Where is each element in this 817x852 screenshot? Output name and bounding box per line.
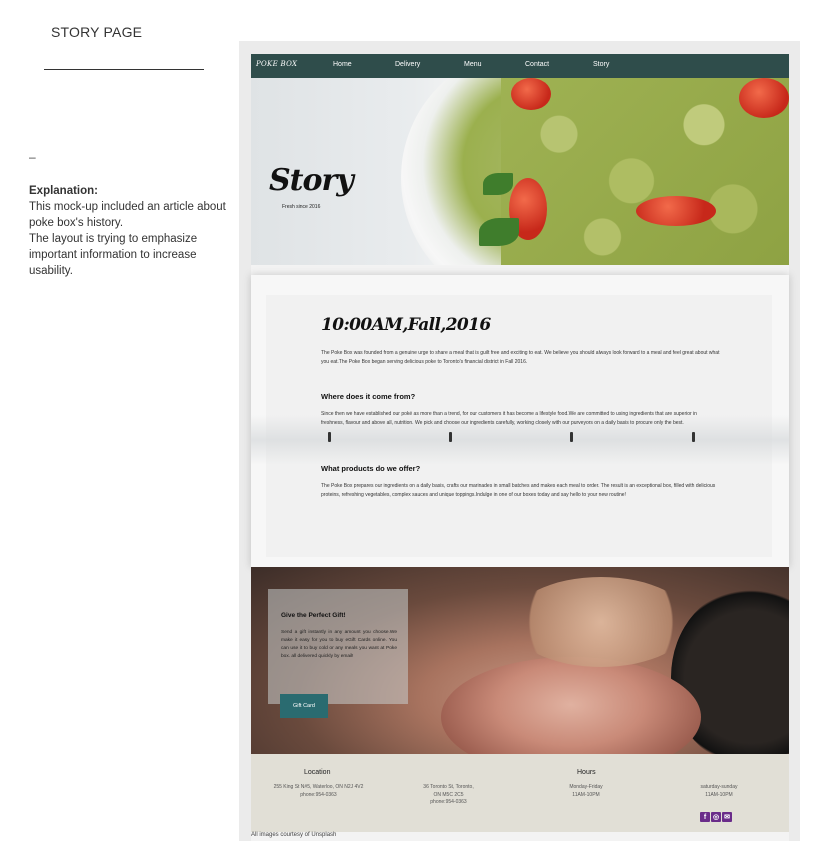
- nav-link-home[interactable]: Home: [333, 61, 352, 68]
- location-waterloo: 255 King St N#5, Waterloo, ON N2J 4V2 ph…: [251, 784, 386, 799]
- explanation-line: This mock-up included an article about: [29, 201, 226, 213]
- walking-figure: [692, 432, 695, 442]
- website-mockup: POKE BOX Home Delivery Menu Contact Stor…: [251, 54, 789, 841]
- phone-line: phone:954-0363: [300, 791, 337, 798]
- tomato-image: [636, 196, 716, 226]
- mail-icon[interactable]: ✉: [722, 812, 732, 822]
- explanation-line: important information to increase: [29, 249, 197, 261]
- section-heading: Where does it come from?: [321, 392, 416, 401]
- nav-link-delivery[interactable]: Delivery: [395, 61, 420, 68]
- tomato-image: [739, 78, 789, 118]
- hero-title: Story: [269, 163, 354, 198]
- article-intro: The Poke Box was founded from a genuine …: [321, 350, 720, 365]
- explanation-line: poke box's history.: [29, 217, 124, 229]
- gift-description: Send a gift instantly in any amount you …: [281, 630, 397, 659]
- story-article: 10:00AM,Fall,2016 The Poke Box was found…: [251, 275, 789, 567]
- site-logo[interactable]: POKE BOX: [256, 60, 297, 68]
- image-credit: All images courtesy of Unsplash: [251, 832, 337, 838]
- leaf-image: [483, 173, 513, 195]
- address-line: ON M5C 2C5: [433, 791, 464, 798]
- section-text: The Poke Box prepares our ingredients on…: [321, 483, 716, 498]
- hours-days: Monday-Friday: [569, 784, 603, 790]
- hours-time: 11AM-10PM: [705, 791, 733, 798]
- mockup-frame: POKE BOX Home Delivery Menu Contact Stor…: [239, 41, 800, 841]
- explanation-line: usability.: [29, 265, 73, 277]
- tomato-image: [511, 78, 551, 110]
- dash-marker: –: [29, 150, 36, 164]
- gift-card-button[interactable]: Gift Card: [280, 694, 328, 718]
- gift-card-section: Give the Perfect Gift! Send a gift insta…: [251, 567, 789, 754]
- location-toronto: 36 Toronto St, Toronto, ON M5C 2C5 phone…: [401, 784, 496, 807]
- nav-link-contact[interactable]: Contact: [525, 61, 549, 68]
- article-title: 10:00AM,Fall,2016: [321, 315, 491, 335]
- address-line: 36 Toronto St, Toronto,: [423, 784, 474, 790]
- leaf-image: [479, 218, 519, 246]
- section-heading: What products do we offer?: [321, 464, 421, 473]
- hours-weekend: saturday-sunday 11AM-10PM: [681, 784, 757, 799]
- hours-days: saturday-sunday: [700, 784, 738, 790]
- footer: Location 255 King St N#5, Waterloo, ON N…: [251, 754, 789, 832]
- explanation-heading: Explanation:: [29, 185, 99, 197]
- nav-link-menu[interactable]: Menu: [464, 61, 482, 68]
- gift-title: Give the Perfect Gift!: [281, 612, 346, 619]
- hero-banner: Story Fresh since 2016: [251, 78, 789, 265]
- social-links: f ◎ ✉: [700, 812, 732, 822]
- hero-subtitle: Fresh since 2016: [282, 204, 321, 210]
- walking-figure: [570, 432, 573, 442]
- address-line: 255 King St N#5, Waterloo, ON N2J 4V2: [273, 784, 364, 790]
- page-title: STORY PAGE: [51, 24, 143, 40]
- location-heading: Location: [304, 769, 331, 776]
- explanation-line: The layout is trying to emphasize: [29, 233, 198, 245]
- meat-image: [441, 657, 701, 754]
- section-text: Since then we have established our poké …: [321, 411, 697, 426]
- phone-line: phone:954-0363: [430, 799, 467, 805]
- hand-image: [511, 577, 691, 667]
- instagram-icon[interactable]: ◎: [711, 812, 721, 822]
- hours-weekday: Monday-Friday 11AM-10PM: [551, 784, 621, 799]
- hours-time: 11AM-10PM: [572, 791, 600, 798]
- walking-figure: [449, 432, 452, 442]
- explanation-block: Explanation: This mock-up included an ar…: [29, 183, 229, 279]
- nav-bar: POKE BOX Home Delivery Menu Contact Stor…: [251, 54, 789, 78]
- title-underline: [44, 69, 204, 70]
- facebook-icon[interactable]: f: [700, 812, 710, 822]
- walking-figure: [328, 432, 331, 442]
- nav-link-story[interactable]: Story: [593, 61, 609, 68]
- hours-heading: Hours: [577, 769, 596, 776]
